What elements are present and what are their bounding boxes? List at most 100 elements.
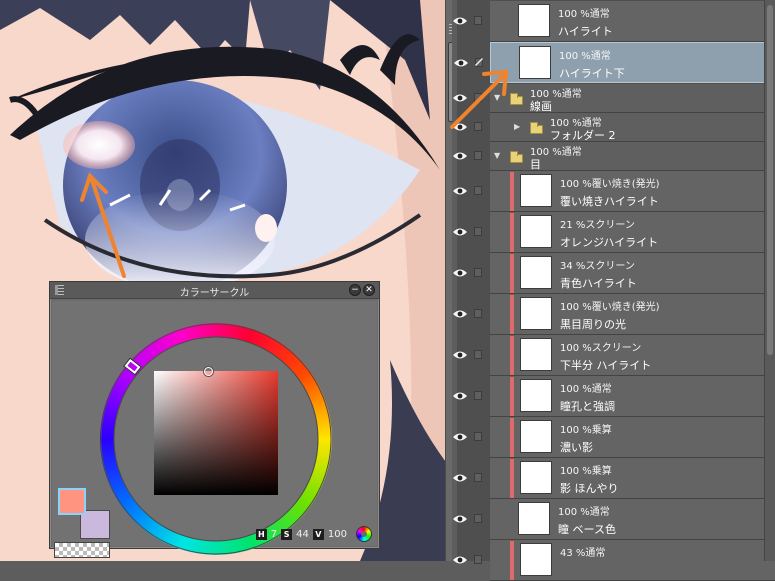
eye-icon[interactable] [452,267,468,279]
layer-row[interactable]: 100 %通常 ハイライト下 [454,42,775,83]
layer-thumbnail[interactable] [520,543,552,576]
sv-picker-marker[interactable] [204,367,213,376]
color-mode-icon[interactable] [356,526,372,542]
folder-icon [530,122,543,134]
eye-icon[interactable] [452,390,468,402]
layer-scrollbar[interactable] [764,0,775,561]
layer-folder-row[interactable]: ▼ 100 %通常目 [453,142,775,172]
lock-icon[interactable] [474,432,482,441]
layer-blend-mode: 100 %通常 [560,384,612,395]
layer-thumbnail[interactable] [520,379,552,412]
layer-name[interactable]: 覆い焼きハイライト [560,193,659,209]
layer-name[interactable]: 影 ほんやり [560,480,619,496]
layer-thumbnail[interactable] [520,215,552,248]
layer-name[interactable]: 濃い影 [560,439,593,455]
layer-name[interactable]: オレンジハイライト [560,234,658,250]
layer-folder-row[interactable]: ▼ 100 %通常 線画 [453,84,775,114]
lock-icon[interactable] [474,391,482,400]
collapse-arrow-icon[interactable]: ▼ [494,151,500,160]
layer-row[interactable]: 34 %スクリーン青色ハイライト [453,253,775,294]
eye-icon[interactable] [452,472,468,484]
expand-arrow-icon[interactable]: ▶ [514,122,520,131]
lock-icon[interactable] [474,514,482,523]
layer-name[interactable]: 青色ハイライト [560,275,637,291]
layer-row[interactable]: 100 %乗算 濃い影 [453,417,775,458]
layer-name[interactable]: フォルダー 2 [550,127,616,143]
layer-name[interactable]: 黒目周りの光 [560,316,626,332]
close-icon[interactable]: ✕ [363,284,375,296]
layer-name[interactable]: ハイライト [558,23,613,39]
minimize-icon[interactable]: − [349,284,361,296]
hue-value: 7 [270,529,278,540]
layer-name[interactable]: 下半分 ハイライト [560,357,651,373]
clipping-indicator [510,418,514,457]
eye-icon[interactable] [452,92,468,104]
layer-scrollbar-thumb[interactable] [767,5,773,355]
color-circle-body: H 7 S 44 V 100 [52,301,377,558]
eye-icon[interactable] [452,308,468,320]
eye-icon[interactable] [453,57,469,69]
clipping-indicator [510,295,514,334]
lock-icon[interactable] [474,309,482,318]
lock-icon[interactable] [474,186,482,195]
layer-name[interactable]: 瞳孔と強調 [560,398,615,414]
layer-thumbnail[interactable] [518,4,550,37]
saturation-value-square[interactable] [154,371,278,495]
layer-thumbnail[interactable] [518,502,550,535]
lock-icon[interactable] [474,268,482,277]
lock-icon[interactable] [474,473,482,482]
layer-blend-mode: 34 %スクリーン [560,261,635,272]
clipping-indicator [510,336,514,375]
lock-icon[interactable] [474,122,482,131]
layer-thumbnail[interactable] [520,461,552,494]
layer-thumbnail[interactable] [519,46,551,79]
collapse-arrow-icon[interactable]: ▼ [494,93,500,102]
layer-row[interactable]: 100 %覆い焼き(発光) 黒目周りの光 [453,294,775,335]
layer-thumbnail[interactable] [520,174,552,207]
folder-icon [510,151,523,163]
layer-name[interactable]: ハイライト下 [559,65,625,81]
transparent-color-swatch[interactable] [54,542,110,558]
layer-row[interactable]: 100 %覆い焼き(発光) 覆い焼きハイライト [453,171,775,212]
lock-icon[interactable] [474,350,482,359]
eye-icon[interactable] [452,349,468,361]
pen-icon [475,58,483,66]
layer-thumbnail[interactable] [520,420,552,453]
layer-row[interactable]: 21 %スクリーン オレンジハイライト [453,212,775,253]
layer-row[interactable]: 100 %スクリーン 下半分 ハイライト [453,335,775,376]
eye-icon[interactable] [452,226,468,238]
eye-icon[interactable] [452,554,468,566]
main-color-swatch[interactable] [58,488,86,515]
layer-row[interactable]: 100 %通常瞳 ベース色 [453,499,775,540]
folder-icon [510,93,523,105]
lock-icon[interactable] [474,555,482,564]
hue-label: H [255,529,267,540]
canvas-scrollbar[interactable] [445,0,452,561]
lock-icon[interactable] [474,227,482,236]
clipping-indicator [510,459,514,498]
layer-name[interactable]: 目 [530,156,541,172]
eye-icon[interactable] [452,513,468,525]
clipping-indicator [510,172,514,211]
lock-icon[interactable] [474,93,482,102]
lock-icon[interactable] [474,151,482,160]
eye-icon[interactable] [452,150,468,162]
layer-row[interactable]: 100 %乗算影 ほんやり [453,458,775,499]
layer-thumbnail[interactable] [520,256,552,289]
layer-thumbnail[interactable] [520,338,552,371]
panel-titlebar[interactable]: カラーサークル − ✕ [50,282,379,299]
layer-blend-mode: 100 %覆い焼き(発光) [560,179,660,190]
scrollbar-thumb[interactable] [448,42,452,122]
layer-row[interactable]: 100 %通常 ハイライト [453,1,775,42]
layer-name[interactable]: 瞳 ベース色 [558,521,616,537]
layer-thumbnail[interactable] [520,297,552,330]
eye-icon[interactable] [452,121,468,133]
layer-row[interactable]: 100 %通常瞳孔と強調 [453,376,775,417]
layer-name[interactable]: 線画 [530,98,552,114]
eye-icon[interactable] [452,431,468,443]
clipping-indicator [510,254,514,293]
eye-icon[interactable] [452,15,468,27]
eye-icon[interactable] [452,185,468,197]
lock-icon[interactable] [474,16,482,25]
layer-folder-row[interactable]: ▶ 100 %通常 フォルダー 2 [453,113,775,143]
